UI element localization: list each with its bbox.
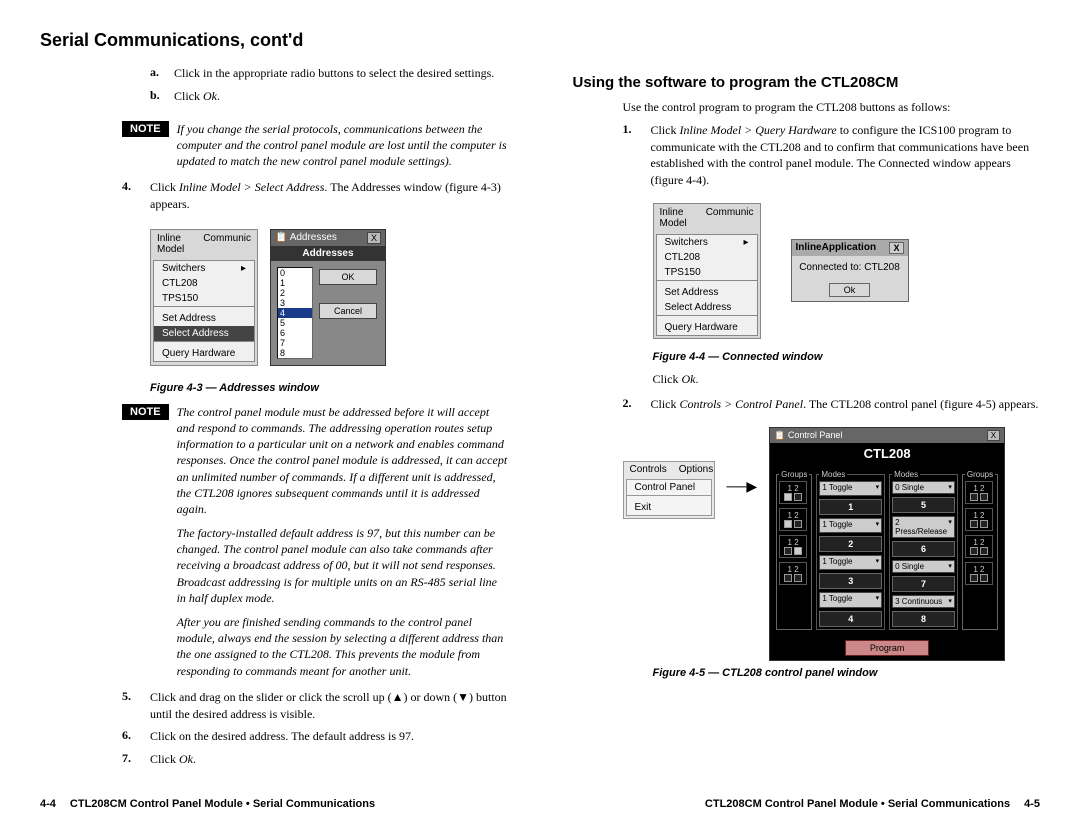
figure-4-4: Inline ModelCommunic Switchers▸ CTL208 T… — [653, 203, 1041, 339]
figure-4-3-caption: Figure 4-3 — Addresses window — [150, 382, 508, 394]
close-icon: X — [367, 232, 381, 244]
close-icon: X — [889, 242, 903, 254]
cancel-button: Cancel — [319, 303, 377, 319]
step-6: 6. Click on the desired address. The def… — [122, 728, 508, 745]
right-page: Using the software to program the CTL208… — [573, 30, 1041, 790]
inline-model-menu-2: Inline ModelCommunic Switchers▸ CTL208 T… — [653, 203, 761, 339]
footer-text-right: CTL208CM Control Panel Module • Serial C… — [705, 798, 1010, 810]
addresses-dialog: 📋 AddressesX Addresses 0123 45678 OK Can… — [270, 229, 386, 366]
right-step-1: 1. Click Inline Model > Query Hardware t… — [623, 122, 1041, 189]
figure-4-5-caption: Figure 4-5 — CTL208 control panel window — [653, 667, 1041, 679]
arrow-icon: ──▶ — [727, 479, 758, 496]
right-step-2: 2. Click Controls > Control Panel. The C… — [623, 396, 1041, 413]
step-5: 5. Click and drag on the slider or click… — [122, 689, 508, 723]
inline-model-menu: Inline Model Communic Switchers▸ CTL208 … — [150, 229, 258, 366]
connected-dialog: InlineApplicationX Connected to: CTL208 … — [791, 239, 909, 302]
ok-button: OK — [319, 269, 377, 285]
figure-4-4-caption: Figure 4-4 — Connected window — [653, 351, 1041, 363]
step-4: 4. Click Inline Model > Select Address. … — [122, 179, 508, 213]
footer-text-left: CTL208CM Control Panel Module • Serial C… — [70, 798, 375, 810]
device-label: CTL208 — [770, 443, 1004, 464]
page-number-right: 4-5 — [1024, 798, 1040, 810]
step-b: b. Click Ok. — [150, 88, 508, 105]
step-7: 7. Click Ok. — [122, 751, 508, 768]
controls-menu: ControlsOptions Control Panel Exit — [623, 461, 715, 519]
figure-4-3: Inline Model Communic Switchers▸ CTL208 … — [150, 229, 508, 366]
note-2: NOTE The control panel module must be ad… — [122, 404, 508, 679]
program-button: Program — [845, 640, 930, 656]
page-footer: 4-4 CTL208CM Control Panel Module • Seri… — [40, 798, 1040, 810]
step-a: a. Click in the appropriate radio button… — [150, 65, 508, 82]
section-heading: Serial Communications, cont'd — [40, 30, 508, 51]
ok-button: Ok — [829, 283, 871, 297]
left-page: Serial Communications, cont'd a. Click i… — [40, 30, 508, 790]
subsection-heading: Using the software to program the CTL208… — [573, 74, 1041, 91]
control-panel-window: 📋 Control PanelX CTL208 Groups 1 2 1 2 1… — [769, 427, 1005, 661]
page-number-left: 4-4 — [40, 798, 56, 810]
address-listbox: 0123 45678 — [277, 267, 313, 359]
figure-4-5: ControlsOptions Control Panel Exit ──▶ 📋… — [623, 427, 1041, 661]
intro-text: Use the control program to program the C… — [623, 99, 1041, 116]
note-1: NOTE If you change the serial protocols,… — [122, 121, 508, 170]
select-address-item: Select Address — [154, 326, 254, 341]
close-icon: X — [987, 430, 1000, 441]
